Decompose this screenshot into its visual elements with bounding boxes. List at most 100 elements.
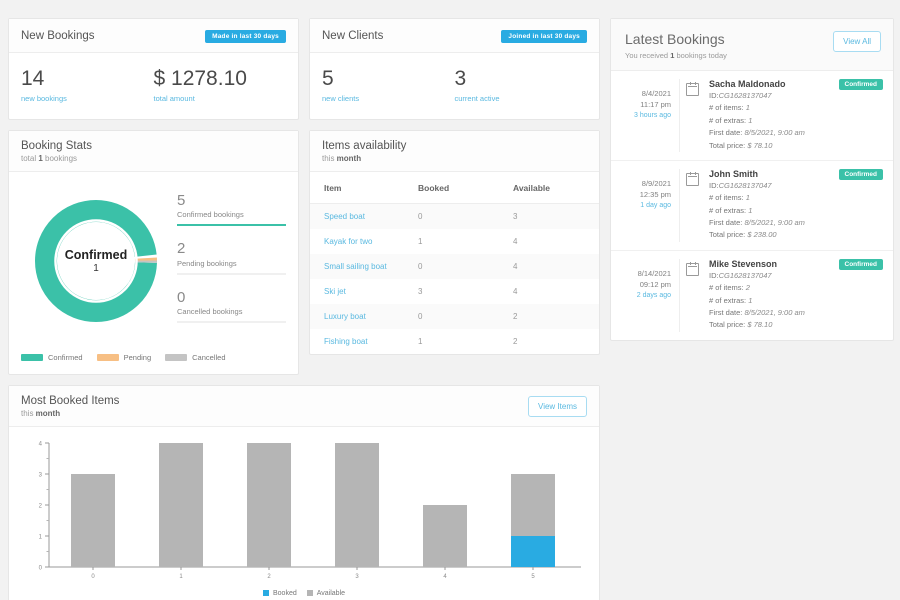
current-active-label: current active (454, 94, 500, 104)
legend-pending: Pending (96, 353, 151, 362)
row-available: 2 (513, 312, 518, 322)
current-active-count: 3 (454, 67, 467, 90)
latest-bookings-title: Latest Bookings (625, 31, 725, 47)
progress-cancelled: 0 Cancelled bookings (177, 289, 286, 323)
new-clients-count-stat: 5 new clients (322, 67, 455, 103)
progress-pending: 2 Pending bookings (177, 240, 286, 275)
list-item[interactable]: 8/14/2021 09:12 pm 2 days ago Mike Steve… (611, 251, 893, 340)
legend-cancelled-label: Cancelled (192, 352, 226, 362)
latest-bookings-subtitle: You received 1 bookings today (625, 51, 727, 60)
view-items-button[interactable]: View Items (528, 395, 587, 417)
progress-confirmed-track (177, 224, 286, 227)
booking-time: 11:17 pm (640, 99, 671, 109)
svg-text:0: 0 (91, 574, 95, 580)
table-row[interactable]: Luxury boat 0 2 (310, 304, 599, 330)
booking-stats-header: Booking Stats total 1 bookings (9, 131, 298, 173)
progress-pending-value: 2 (177, 240, 186, 258)
booking-relative-time: 2 days ago (636, 291, 671, 299)
column-available: Available (499, 172, 599, 205)
new-bookings-count-label: new bookings (21, 94, 67, 104)
row-booked: 1 (418, 237, 423, 247)
new-bookings-header: New Bookings Made in last 30 days (9, 19, 298, 53)
row-available: 4 (513, 287, 518, 297)
booking-first-date: First date: 8/5/2021, 9:00 am (709, 218, 805, 227)
svg-text:1: 1 (179, 574, 183, 580)
row-booked: 0 (418, 262, 423, 272)
bar-chart-svg: 0 1 2 3 4 0 1 2 3 4 5 (39, 441, 581, 580)
row-item-name[interactable]: Kayak for two (310, 229, 404, 254)
progress-confirmed-value: 5 (177, 192, 186, 210)
row-item-name[interactable]: Fishing boat (310, 329, 404, 354)
legend-cancelled-swatch (165, 353, 188, 361)
booking-timestamp: 8/9/2021 12:35 pm 1 day ago (617, 169, 679, 242)
total-amount-label: total amount (153, 94, 195, 104)
most-booked-header: Most Booked Items this month View Items (9, 385, 599, 427)
list-item[interactable]: 8/4/2021 11:17 pm 3 hours ago Sacha Mald… (611, 71, 893, 161)
table-row[interactable]: Small sailing boat 0 4 (310, 254, 599, 280)
row-item-name[interactable]: Speed boat (310, 204, 404, 230)
items-table-head: Item Booked Available (310, 172, 599, 205)
progress-cancelled-track (177, 320, 286, 323)
booking-stats-title: Booking Stats (21, 140, 92, 153)
booking-stats-subtitle: total 1 bookings (21, 154, 78, 164)
table-row[interactable]: Speed boat 0 3 (310, 203, 599, 230)
items-availability-subtitle: this month (322, 154, 362, 164)
calendar-icon (686, 82, 699, 96)
column-booked: Booked (404, 172, 499, 205)
row-booked: 1 (418, 337, 423, 347)
booking-details: Sacha Maldonado Confirmed ID:CG162813704… (705, 79, 883, 152)
booking-extras-count: # of extras: 1 (709, 115, 753, 125)
booking-icon-cell (679, 258, 705, 332)
booking-relative-time: 1 day ago (640, 201, 671, 209)
booking-id: ID:CG1628137047 (709, 270, 772, 280)
items-table-header-row: Item Booked Available (310, 172, 599, 205)
total-amount-stat: $ 1278.10 total amount (154, 67, 287, 103)
status-badge: Confirmed (838, 79, 883, 90)
new-bookings-badge: Made in last 30 days (205, 29, 286, 43)
new-bookings-title: New Bookings (21, 30, 95, 42)
bar-legend-available[interactable]: Available (306, 590, 345, 597)
left-column: New Bookings Made in last 30 days 1 4 new… (8, 18, 600, 600)
table-row[interactable]: Kayak for two 1 4 (310, 229, 599, 254)
new-bookings-card: New Bookings Made in last 30 days 14 new… (8, 18, 299, 121)
row-item-name[interactable]: Small sailing boat (310, 254, 404, 279)
items-table-body: Speed boat 0 3 Kayak for two 1 4 Small s… (310, 203, 599, 355)
booking-time: 09:12 pm (639, 279, 671, 289)
booking-id: ID:CG1628137047 (709, 180, 772, 190)
new-clients-title: New Clients (322, 30, 384, 42)
list-item[interactable]: 8/9/2021 12:35 pm 1 day ago John Smith C… (611, 161, 893, 251)
calendar-icon (686, 261, 699, 276)
legend-confirmed-swatch (21, 353, 43, 361)
row-item-name[interactable]: Ski jet (310, 279, 404, 304)
row-booked: 3 (418, 287, 423, 297)
row-booked: 0 (418, 312, 423, 322)
svg-text:3: 3 (39, 472, 43, 478)
booking-stats-body: Confirmed 1 5 Confirmed bookings 2 Pendi (9, 172, 298, 347)
progress-pending-label: Pending bookings (177, 258, 237, 268)
progress-confirmed-fill (177, 224, 286, 227)
svg-text:0: 0 (39, 565, 43, 571)
booking-progress-list: 5 Confirmed bookings 2 Pending bookings … (171, 186, 286, 337)
table-row[interactable]: Ski jet 3 4 (310, 279, 599, 304)
progress-pending-track (177, 272, 286, 275)
dashboard-page: New Bookings Made in last 30 days 1 4 new… (0, 0, 900, 600)
most-booked-chart-body: 0 1 2 3 4 0 1 2 3 4 5 Booked Available (9, 427, 599, 600)
bar-legend-available-swatch (306, 590, 313, 597)
row-available: 3 (513, 212, 518, 222)
total-amount-value: $ 1278.10 (153, 67, 247, 90)
row-item-name[interactable]: Luxury boat (310, 304, 404, 329)
booking-details: Mike Stevenson Confirmed ID:CG1628137047… (705, 258, 883, 332)
booking-client-name: John Smith (709, 168, 758, 179)
booking-name-row: John Smith Confirmed (709, 168, 883, 180)
booking-details: John Smith Confirmed ID:CG1628137047 # o… (705, 168, 883, 242)
mid-row: Booking Stats total 1 bookings Confirmed… (8, 130, 600, 385)
donut-legend: Confirmed Pending Cancelled (9, 347, 298, 374)
booking-total-price: Total price: $ 78.10 (709, 320, 773, 330)
booking-timestamp: 8/4/2021 11:17 pm 3 hours ago (617, 79, 679, 152)
view-all-button[interactable]: View All (833, 31, 881, 52)
legend-pending-swatch (96, 353, 119, 361)
bar-legend-booked[interactable]: Booked (262, 590, 297, 597)
new-clients-badge: Joined in last 30 days (501, 29, 587, 43)
table-row[interactable]: Fishing boat 1 2 (310, 329, 599, 354)
booking-date: 8/9/2021 (641, 178, 671, 188)
